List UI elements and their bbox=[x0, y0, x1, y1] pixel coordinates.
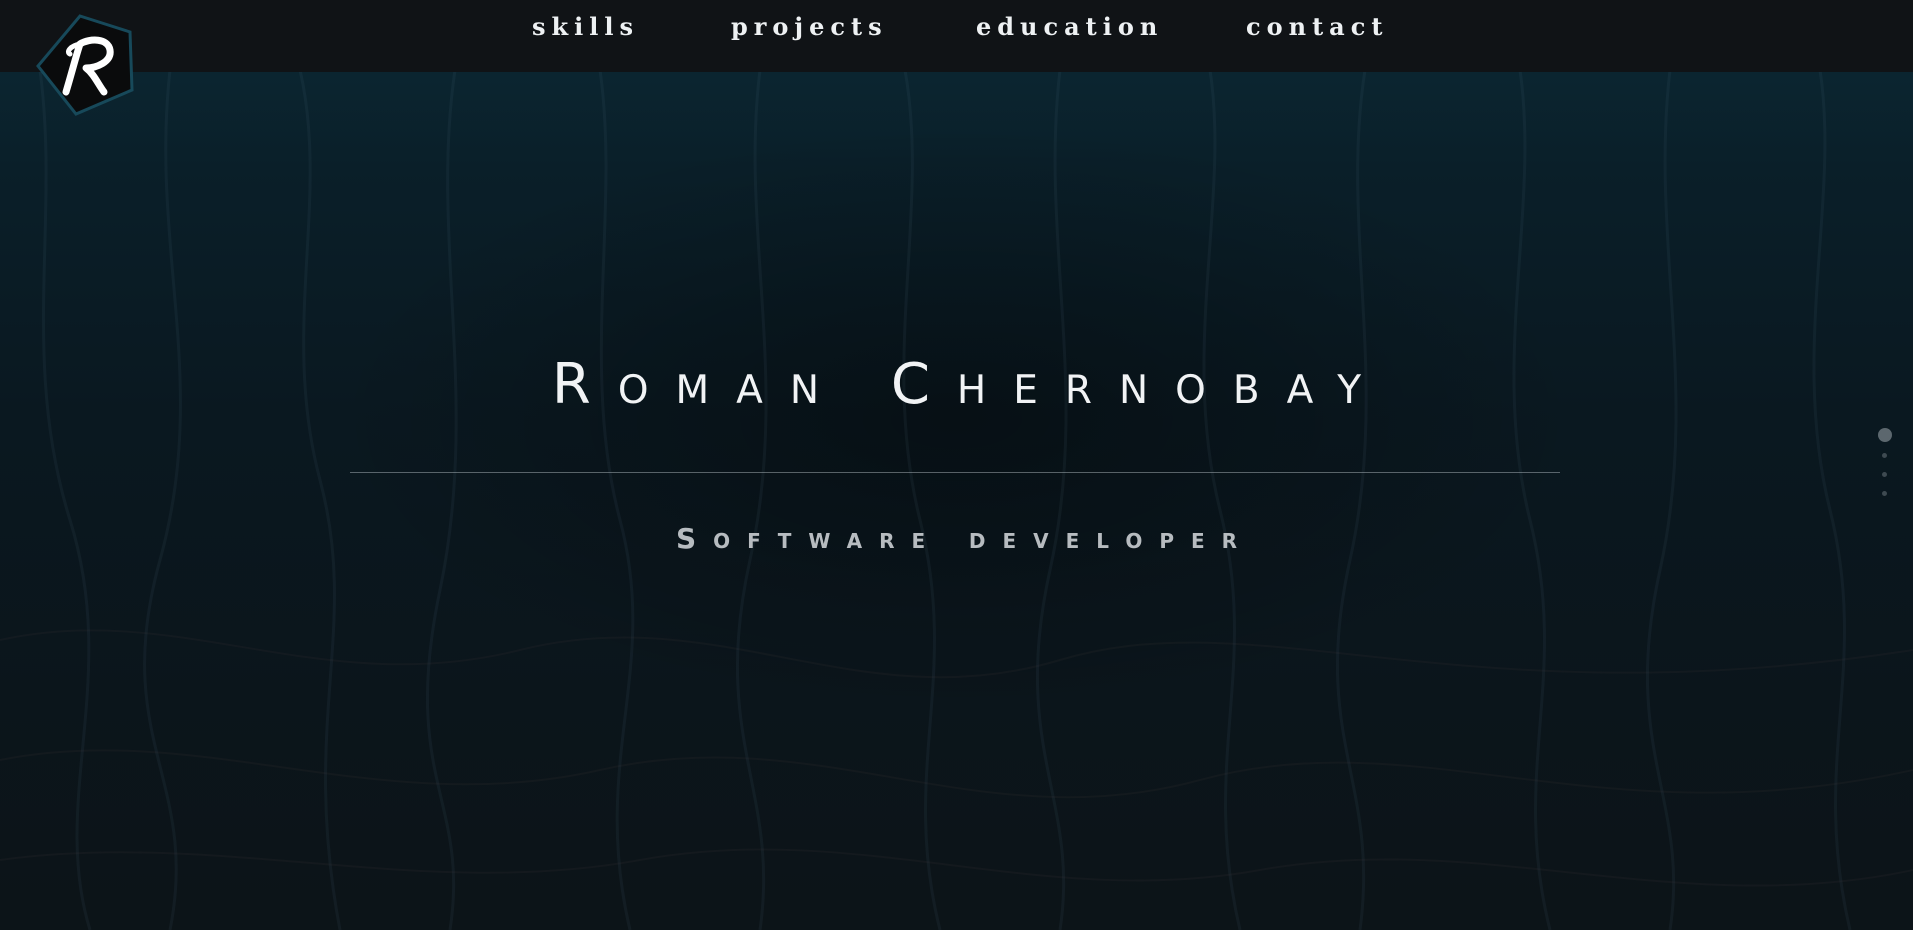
hero-divider bbox=[350, 472, 1560, 473]
section-dot-active[interactable] bbox=[1878, 428, 1892, 442]
nav-link-education[interactable]: education bbox=[976, 12, 1163, 41]
hero-name: Roman Chernobay bbox=[551, 352, 1389, 417]
section-dot[interactable] bbox=[1882, 453, 1887, 458]
nav-link-projects[interactable]: projects bbox=[731, 12, 888, 41]
texture-veins bbox=[0, 69, 1913, 930]
nav-link-skills[interactable]: skills bbox=[532, 12, 639, 41]
section-dots bbox=[1876, 428, 1896, 508]
hero-role: Software developer bbox=[675, 522, 1255, 555]
main-nav: skills projects education contact bbox=[0, 0, 1913, 58]
section-dot[interactable] bbox=[1882, 472, 1887, 477]
nav-link-contact[interactable]: contact bbox=[1246, 12, 1388, 41]
hero-background bbox=[0, 0, 1913, 930]
section-dot[interactable] bbox=[1882, 491, 1887, 496]
